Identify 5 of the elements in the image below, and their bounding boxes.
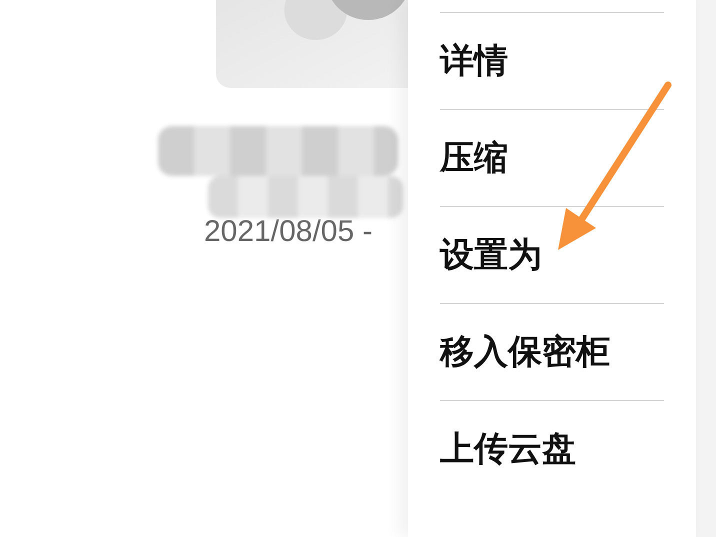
menu-item[interactable]: 压缩 — [440, 109, 664, 206]
menu-item[interactable]: 详情 — [440, 12, 664, 109]
menu-item[interactable]: 移入保密柜 — [440, 303, 664, 400]
file-date: 2021/08/05 - — [204, 215, 372, 249]
menu-item[interactable]: 上传云盘 — [440, 400, 664, 497]
